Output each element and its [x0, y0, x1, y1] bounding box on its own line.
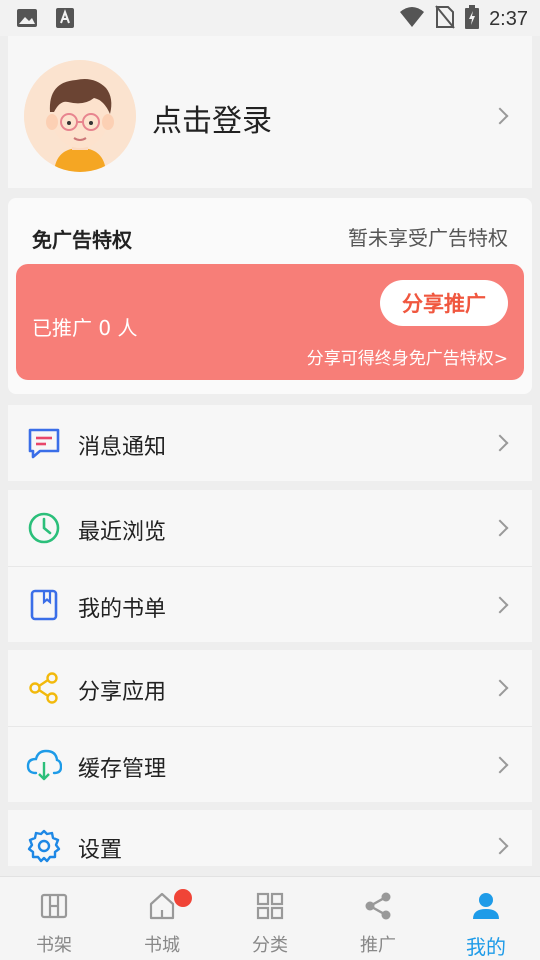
ad-free-status: 暂未享受广告特权: [348, 226, 508, 250]
battery-charging-icon: [465, 5, 480, 33]
ad-free-card: 免广告特权 暂未享受广告特权 已推广 0 人 分享推广 分享可得终身免广告特权>: [8, 198, 532, 394]
share-promote-button[interactable]: 分享推广: [380, 280, 508, 326]
gear-icon: [26, 828, 62, 864]
tab-label: 推广: [360, 935, 396, 956]
menu-item-settings[interactable]: 设置: [8, 810, 532, 866]
status-time: 2:37: [489, 7, 528, 30]
tab-bookshelf[interactable]: 书架: [0, 877, 108, 960]
bookmark-icon: [26, 587, 62, 623]
ad-free-title: 免广告特权: [32, 228, 132, 252]
menu-group-notifications: 消息通知: [8, 405, 532, 481]
menu-label: 消息通知: [78, 435, 167, 460]
menu-label: 我的书单: [78, 597, 167, 622]
menu-label: 设置: [78, 838, 123, 863]
share-description-link[interactable]: 分享可得终身免广告特权>: [307, 344, 508, 369]
image-icon: [16, 7, 38, 33]
menu-item-booklist[interactable]: 我的书单: [8, 566, 532, 642]
login-label[interactable]: 点击登录: [152, 96, 272, 140]
menu-group-settings: 设置: [8, 810, 532, 866]
menu-item-share-app[interactable]: 分享应用: [8, 650, 532, 726]
menu-group-app: 分享应用 缓存管理: [8, 650, 532, 802]
category-icon: [255, 877, 285, 925]
tab-promote[interactable]: 推广: [324, 877, 432, 960]
menu-label: 分享应用: [78, 680, 167, 705]
menu-label: 缓存管理: [78, 757, 167, 782]
share-icon: [363, 877, 393, 925]
user-icon: [471, 877, 501, 925]
menu-item-cache[interactable]: 缓存管理: [8, 726, 532, 802]
tab-mine[interactable]: 我的: [432, 877, 540, 960]
menu-label: 最近浏览: [78, 520, 167, 545]
no-sim-icon: [435, 5, 455, 33]
tab-label: 分类: [252, 935, 288, 956]
tab-label: 书城: [144, 935, 180, 956]
chevron-right-icon: [491, 434, 509, 452]
notification-badge: [174, 889, 192, 907]
cloud-download-icon: [26, 747, 63, 783]
tab-label: 我的: [466, 935, 506, 959]
chevron-right-icon: [491, 519, 509, 537]
share-icon: [26, 670, 62, 706]
menu-group-reading: 最近浏览 我的书单: [8, 490, 532, 642]
tab-category[interactable]: 分类: [216, 877, 324, 960]
clock-icon: [26, 510, 62, 546]
chevron-right-icon: [491, 756, 509, 774]
status-bar: 2:37: [0, 0, 540, 36]
menu-item-notifications[interactable]: 消息通知: [8, 405, 532, 481]
avatar-icon[interactable]: [24, 60, 136, 172]
home-icon: [147, 877, 177, 925]
bottom-tab-bar: 书架 书城 分类 推广 我的: [0, 876, 540, 960]
chevron-right-icon: [491, 596, 509, 614]
bookshelf-icon: [39, 877, 69, 925]
wifi-icon: [399, 6, 425, 32]
menu-item-recent[interactable]: 最近浏览: [8, 490, 532, 566]
chevron-right-icon: [491, 679, 509, 697]
chevron-right-icon: [491, 107, 509, 125]
promoted-count: 已推广 0 人: [32, 316, 138, 340]
tab-bookstore[interactable]: 书城: [108, 877, 216, 960]
profile-header[interactable]: 点击登录: [8, 36, 532, 188]
tab-label: 书架: [36, 935, 72, 956]
message-icon: [26, 425, 62, 461]
chevron-right-icon: [491, 837, 509, 855]
promotion-banner: 已推广 0 人 分享推广 分享可得终身免广告特权>: [16, 264, 524, 380]
a-icon: [54, 7, 76, 33]
